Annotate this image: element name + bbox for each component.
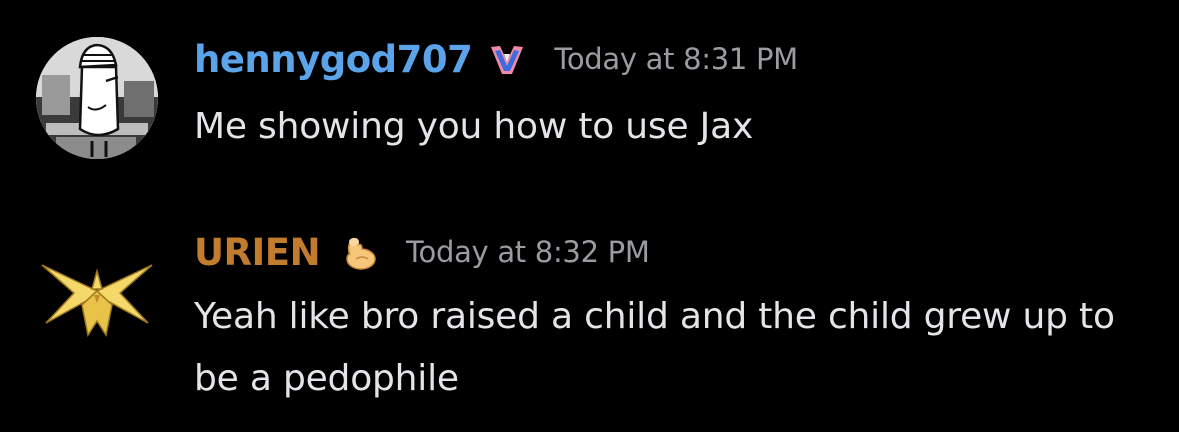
message-timestamp[interactable]: Today at 8:32 PM bbox=[406, 235, 650, 269]
message-item: hennygod707 Today at 8:31 PM Me showing … bbox=[0, 0, 1179, 200]
username[interactable]: hennygod707 bbox=[194, 38, 473, 81]
message-item: URIEN Today at 8:32 PM Yeah like bro rai… bbox=[0, 200, 1179, 432]
message-header: hennygod707 Today at 8:31 PM bbox=[194, 36, 798, 82]
message-text: Yeah like bro raised a child and the chi… bbox=[194, 296, 1115, 399]
sketch-avatar-icon bbox=[36, 37, 158, 159]
message-text: Me showing you how to use Jax bbox=[194, 106, 754, 147]
user-avatar[interactable] bbox=[36, 37, 158, 159]
message-header: URIEN Today at 8:32 PM bbox=[194, 229, 650, 275]
username[interactable]: URIEN bbox=[194, 231, 321, 274]
zapdos-avatar-icon bbox=[41, 264, 153, 337]
user-avatar[interactable] bbox=[36, 231, 158, 353]
message-timestamp[interactable]: Today at 8:31 PM bbox=[554, 42, 798, 76]
flexing-arm-icon[interactable] bbox=[340, 233, 378, 271]
crest-badge-icon[interactable] bbox=[488, 40, 526, 78]
